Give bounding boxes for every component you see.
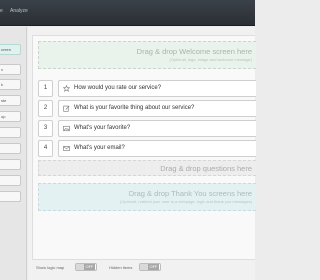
question-card[interactable]: What is your favorite thing about our se… <box>58 100 256 117</box>
sidebar-item-10[interactable] <box>0 191 21 202</box>
thank-you-dropzone[interactable]: Drag & drop Thank You screens here (Opti… <box>38 183 256 211</box>
welcome-dropzone-title: Drag & drop Welcome screen here <box>136 47 252 56</box>
sidebar-item-9[interactable] <box>0 175 21 186</box>
sidebar-item-textbox[interactable]: x <box>0 64 21 75</box>
question-card[interactable]: How would you rate our service? <box>58 80 256 97</box>
builder-footer: Show logic map OFF Hidden items OFF <box>33 262 255 276</box>
question-row[interactable]: 2 What is your favorite thing about our … <box>38 100 256 117</box>
question-row[interactable]: 1 How would you rate our service? <box>38 80 256 97</box>
sidebar-item-ste[interactable]: ste <box>0 95 21 106</box>
question-row[interactable]: 4 What's your email? <box>38 140 256 157</box>
sidebar-item-6[interactable] <box>0 127 21 138</box>
thank-you-dropzone-title: Drag & drop Thank You screens here <box>128 189 252 198</box>
edit-icon <box>63 105 70 112</box>
question-number: 2 <box>38 100 53 117</box>
hidden-items-toggle-state: OFF <box>148 264 159 270</box>
question-number: 3 <box>38 120 53 137</box>
welcome-screen-dropzone[interactable]: Drag & drop Welcome screen here (Optiona… <box>38 41 256 69</box>
image-icon <box>63 125 70 132</box>
question-text: What is your favorite thing about our se… <box>74 105 195 111</box>
top-navigation-bar: e Analyze <box>0 0 255 26</box>
question-number: 4 <box>38 140 53 157</box>
questions-dropzone[interactable]: Drag & drop questions here <box>38 160 256 176</box>
question-text: What's your email? <box>74 145 125 151</box>
logic-map-toggle[interactable]: OFF <box>75 263 97 271</box>
hidden-items-label: Hidden items <box>109 265 133 270</box>
question-text: How would you rate our service? <box>74 85 162 91</box>
star-icon <box>63 85 70 92</box>
sidebar-item-8[interactable] <box>0 159 21 170</box>
question-row[interactable]: 3 What's your favorite? <box>38 120 256 137</box>
logic-map-toggle-state: OFF <box>84 264 95 270</box>
welcome-dropzone-subtitle: (Optional, logo, image and welcome messa… <box>169 57 253 62</box>
sidebar-item-7[interactable] <box>0 143 21 154</box>
sidebar-item-welcome-screen[interactable]: creen <box>0 44 21 55</box>
logic-map-label: Show logic map <box>36 265 65 270</box>
question-card[interactable]: What's your email? <box>58 140 256 157</box>
builder-main-area: Drag & drop Welcome screen here (Optiona… <box>28 27 256 280</box>
nav-item-edit[interactable]: e <box>0 8 3 14</box>
thank-you-dropzone-subtitle: (Optional, redirect your user to a webpa… <box>119 199 252 204</box>
question-text: What's your favorite? <box>74 125 131 131</box>
question-card[interactable]: What's your favorite? <box>58 120 256 137</box>
email-icon <box>63 145 70 152</box>
hidden-items-toggle[interactable]: OFF <box>139 263 161 271</box>
sidebar-item-dropdown[interactable]: op <box>0 111 21 122</box>
survey-canvas: Drag & drop Welcome screen here (Optiona… <box>32 35 256 260</box>
sidebar-item-link[interactable]: k <box>0 79 21 90</box>
questions-dropzone-title: Drag & drop questions here <box>160 164 252 173</box>
nav-item-analyze[interactable]: Analyze <box>10 8 28 14</box>
question-number: 1 <box>38 80 53 97</box>
sidebar: creen x k ste op <box>0 27 27 280</box>
